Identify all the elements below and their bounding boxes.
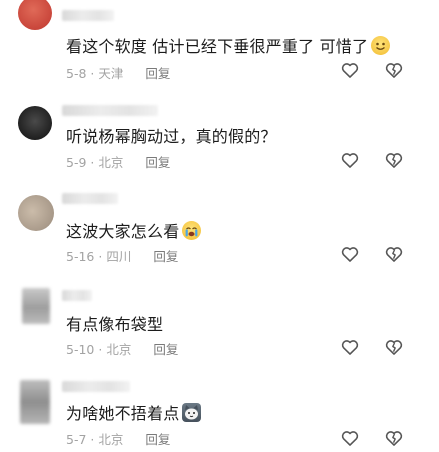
broken-heart-icon[interactable] [384,150,404,170]
comment-meta: 5-7 · 北京 回复 [66,429,170,448]
broken-heart-icon[interactable] [384,428,404,448]
comment-date: 5-10 [66,342,95,357]
broken-heart-icon[interactable] [384,337,404,357]
comment-item: 为啥她不捂着点 5-7 · 北京 回复 [0,372,439,452]
comment-date: 5-9 [66,155,87,170]
comment-text-body: 这波大家怎么看 [66,222,180,241]
comment-text-body: 为啥她不捂着点 [66,404,180,423]
comment-text[interactable]: 这波大家怎么看 [66,218,202,242]
broken-heart-icon[interactable] [384,60,404,80]
username-blurred[interactable] [62,193,118,204]
meta-separator: · [90,432,95,447]
heart-icon[interactable] [340,337,360,357]
comment-date: 5-8 [66,66,87,81]
avatar[interactable] [18,0,52,30]
cat-emoji [182,403,202,422]
comment-location: 四川 [106,249,132,264]
comment-text[interactable]: 为啥她不捂着点 [66,400,202,424]
comment-item: 听说杨幂胸动过，真的假的？ 5-9 · 北京 回复 [0,92,439,182]
comment-item: 看这个软度 估计已经下垂很严重了 可惜了 5-8 · 天津 回复 [0,0,439,90]
comment-list: 看这个软度 估计已经下垂很严重了 可惜了 5-8 · 天津 回复 听说杨幂胸动过… [0,0,439,452]
reply-button[interactable]: 回复 [145,155,170,170]
comment-text-body: 看这个软度 估计已经下垂很严重了 可惜了 [66,37,369,56]
comment-text-body: 听说杨幂胸动过，真的假的？ [66,127,277,146]
reply-button[interactable]: 回复 [153,342,178,357]
comment-item: 这波大家怎么看 5-16 · 四川 回复 [0,183,439,273]
comment-date: 5-7 [66,432,87,447]
broken-heart-icon[interactable] [384,244,404,264]
reply-button[interactable]: 回复 [153,249,178,264]
username-blurred[interactable] [62,10,114,21]
username-blurred[interactable] [62,290,92,301]
comment-meta: 5-9 · 北京 回复 [66,152,170,171]
username-blurred[interactable] [62,105,158,116]
comment-item: 有点像布袋型 5-10 · 北京 回复 [0,280,439,370]
comment-text-body: 有点像布袋型 [66,315,164,334]
comment-location: 北京 [98,155,124,170]
comment-meta: 5-10 · 北京 回复 [66,339,178,358]
comment-meta: 5-16 · 四川 回复 [66,246,178,265]
username-blurred[interactable] [62,381,130,392]
smile-emoji [371,36,391,55]
comment-text[interactable]: 看这个软度 估计已经下垂很严重了 可惜了 [66,33,391,57]
heart-icon[interactable] [340,428,360,448]
heart-icon[interactable] [340,244,360,264]
comment-location: 天津 [98,66,124,81]
heart-icon[interactable] [340,60,360,80]
meta-separator: · [98,249,103,264]
reply-button[interactable]: 回复 [145,432,170,447]
comment-text[interactable]: 听说杨幂胸动过，真的假的？ [66,123,277,147]
comment-location: 北京 [106,342,132,357]
avatar[interactable] [20,380,50,424]
reply-button[interactable]: 回复 [145,66,170,81]
comment-text[interactable]: 有点像布袋型 [66,311,163,335]
avatar[interactable] [22,288,50,324]
crying-emoji [182,221,202,240]
meta-separator: · [90,155,95,170]
meta-separator: · [98,342,103,357]
avatar[interactable] [18,106,52,140]
meta-separator: · [90,66,95,81]
comment-meta: 5-8 · 天津 回复 [66,63,170,82]
comment-location: 北京 [98,432,124,447]
heart-icon[interactable] [340,150,360,170]
avatar[interactable] [18,195,54,231]
comment-date: 5-16 [66,249,95,264]
